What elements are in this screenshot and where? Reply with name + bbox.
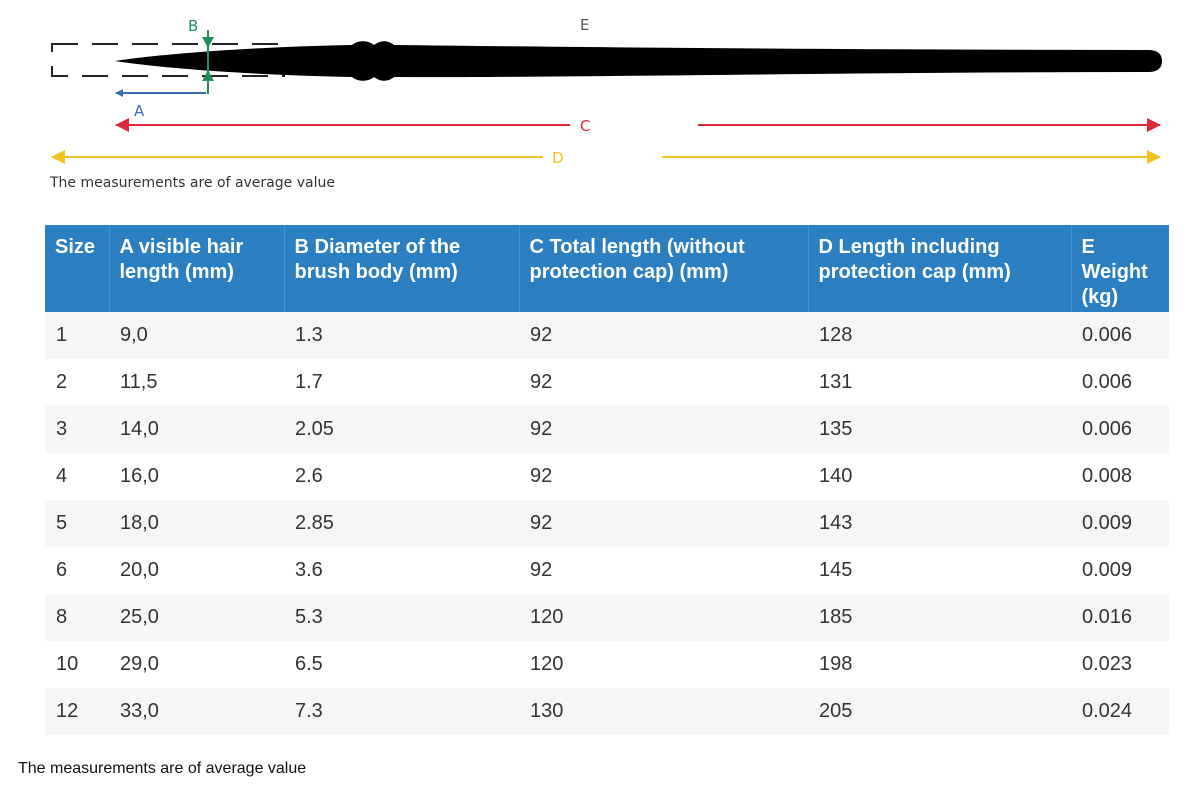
table-header-row: Size A visible hair length (mm) B Diameter… bbox=[45, 225, 1169, 312]
table-cell: 120 bbox=[519, 594, 808, 641]
table-cell: 0.023 bbox=[1071, 641, 1169, 688]
table-cell: 12 bbox=[45, 688, 109, 735]
table-cell: 0.006 bbox=[1071, 359, 1169, 406]
table-cell: 130 bbox=[519, 688, 808, 735]
table-cell: 120 bbox=[519, 641, 808, 688]
table-cell: 2.6 bbox=[284, 453, 519, 500]
table-cell: 2.05 bbox=[284, 406, 519, 453]
table-cell: 5.3 bbox=[284, 594, 519, 641]
table-cell: 25,0 bbox=[109, 594, 284, 641]
dimension-e-label: E bbox=[580, 16, 589, 34]
table-cell: 0.006 bbox=[1071, 312, 1169, 359]
table-row: 2 11,5 1.7 92 131 0.006 bbox=[45, 359, 1169, 406]
measurements-table: Size A visible hair length (mm) B Diameter… bbox=[45, 225, 1169, 735]
table-cell: 92 bbox=[519, 547, 808, 594]
dimension-a-label: A bbox=[134, 102, 145, 120]
dimension-d-label: D bbox=[552, 149, 564, 167]
table-cell: 92 bbox=[519, 500, 808, 547]
dimension-c-label: C bbox=[580, 117, 590, 135]
table-cell: 8 bbox=[45, 594, 109, 641]
dimension-b-label: B bbox=[188, 17, 198, 35]
table-row: 10 29,0 6.5 120 198 0.023 bbox=[45, 641, 1169, 688]
table-cell: 16,0 bbox=[109, 453, 284, 500]
table-row: 5 18,0 2.85 92 143 0.009 bbox=[45, 500, 1169, 547]
table-cell: 7.3 bbox=[284, 688, 519, 735]
column-header: E Weight (kg) bbox=[1071, 225, 1169, 312]
brush-diagram: B A E C D bbox=[51, 16, 1162, 167]
table-cell: 0.008 bbox=[1071, 453, 1169, 500]
table-cell: 128 bbox=[808, 312, 1071, 359]
table-cell: 6 bbox=[45, 547, 109, 594]
brush-silhouette bbox=[115, 41, 1162, 81]
table-cell: 92 bbox=[519, 406, 808, 453]
table-row: 3 14,0 2.05 92 135 0.006 bbox=[45, 406, 1169, 453]
table-cell: 92 bbox=[519, 359, 808, 406]
table-cell: 1.3 bbox=[284, 312, 519, 359]
table-cell: 11,5 bbox=[109, 359, 284, 406]
table-cell: 29,0 bbox=[109, 641, 284, 688]
table-cell: 131 bbox=[808, 359, 1071, 406]
table-cell: 1.7 bbox=[284, 359, 519, 406]
diagram-note: The measurements are of average value bbox=[50, 175, 335, 191]
column-header: A visible hair length (mm) bbox=[109, 225, 285, 312]
table-cell: 135 bbox=[808, 406, 1071, 453]
table-cell: 5 bbox=[45, 500, 109, 547]
table-cell: 92 bbox=[519, 453, 808, 500]
table-cell: 0.009 bbox=[1071, 547, 1169, 594]
table-cell: 0.006 bbox=[1071, 406, 1169, 453]
table-cell: 14,0 bbox=[109, 406, 284, 453]
column-header: C Total length (without protection cap) … bbox=[519, 225, 809, 312]
table-row: 6 20,0 3.6 92 145 0.009 bbox=[45, 547, 1169, 594]
table-cell: 145 bbox=[808, 547, 1071, 594]
table-cell: 4 bbox=[45, 453, 109, 500]
table-cell: 3 bbox=[45, 406, 109, 453]
table-cell: 143 bbox=[808, 500, 1071, 547]
table-row: 8 25,0 5.3 120 185 0.016 bbox=[45, 594, 1169, 641]
table-cell: 33,0 bbox=[109, 688, 284, 735]
table-cell: 205 bbox=[808, 688, 1071, 735]
table-cell: 140 bbox=[808, 453, 1071, 500]
measurements-table-container: Size A visible hair length (mm) B Diameter… bbox=[45, 225, 1169, 735]
table-cell: 0.009 bbox=[1071, 500, 1169, 547]
dimension-b-arrow-top bbox=[202, 37, 214, 48]
table-cell: 185 bbox=[808, 594, 1071, 641]
table-cell: 18,0 bbox=[109, 500, 284, 547]
table-cell: 0.024 bbox=[1071, 688, 1169, 735]
table-cell: 9,0 bbox=[109, 312, 284, 359]
table-cell: 3.6 bbox=[284, 547, 519, 594]
column-header: B Diameter of the brush body (mm) bbox=[284, 225, 520, 312]
column-header: Size bbox=[45, 225, 110, 312]
table-row: 1 9,0 1.3 92 128 0.006 bbox=[45, 312, 1169, 359]
column-header: D Length including protection cap (mm) bbox=[808, 225, 1072, 312]
table-cell: 1 bbox=[45, 312, 109, 359]
table-cell: 198 bbox=[808, 641, 1071, 688]
table-cell: 6.5 bbox=[284, 641, 519, 688]
table-cell: 2.85 bbox=[284, 500, 519, 547]
table-cell: 92 bbox=[519, 312, 808, 359]
table-body: 1 9,0 1.3 92 128 0.006 2 11,5 1.7 92 131 0.006 3 14,0… bbox=[45, 312, 1169, 735]
table-row: 4 16,0 2.6 92 140 0.008 bbox=[45, 453, 1169, 500]
table-cell: 10 bbox=[45, 641, 109, 688]
table-cell: 0.016 bbox=[1071, 594, 1169, 641]
table-note: The measurements are of average value bbox=[18, 760, 307, 777]
table-row: 12 33,0 7.3 130 205 0.024 bbox=[45, 688, 1169, 735]
table-cell: 20,0 bbox=[109, 547, 284, 594]
table-cell: 2 bbox=[45, 359, 109, 406]
